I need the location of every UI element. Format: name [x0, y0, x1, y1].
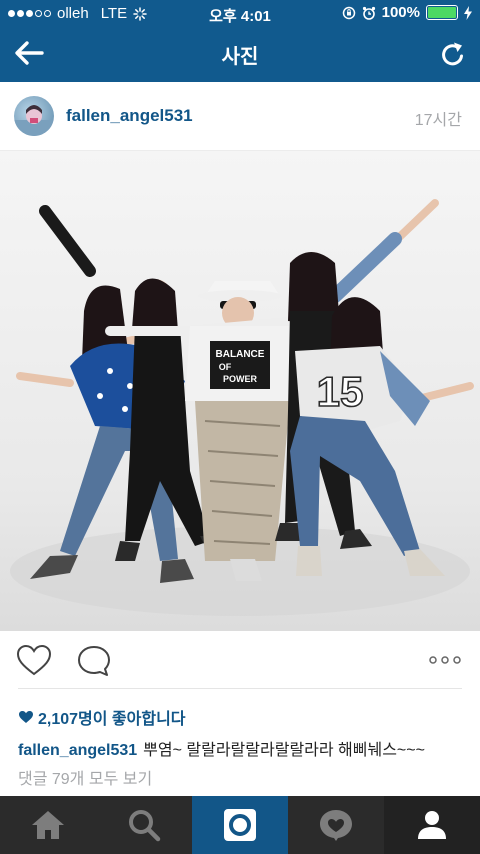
camera-icon — [224, 809, 256, 841]
post-header: fallen_angel531 17시간 — [0, 82, 480, 151]
refresh-icon[interactable] — [438, 39, 468, 69]
post-photo[interactable]: BALANCE OF POWER 15 — [0, 151, 480, 631]
more-options-icon[interactable] — [428, 652, 462, 668]
home-tab[interactable] — [0, 796, 96, 854]
alarm-icon — [362, 6, 375, 20]
post-username[interactable]: fallen_angel531 — [66, 106, 193, 126]
caption-text: 뿌염~ 랄랄라랄랄라랄랄라라 해삐눼스~~~ — [143, 742, 425, 759]
avatar-image — [14, 105, 54, 136]
search-icon — [129, 810, 161, 842]
caption: fallen_angel531 뿌염~ 랄랄라랄랄라랄랄라라 해삐눼스~~~ — [18, 736, 425, 760]
post-time: 17시간 — [414, 112, 462, 129]
post-actions — [0, 632, 480, 690]
camera-tab[interactable] — [192, 796, 288, 854]
activity-tab[interactable] — [288, 796, 384, 854]
home-icon — [32, 811, 64, 839]
shirt-text-line: OF — [219, 362, 232, 372]
top-bar: olleh LTE 오후 4:01 100% 사진 — [0, 0, 480, 82]
nav-bar: 사진 — [0, 26, 480, 82]
rotation-lock-icon — [342, 6, 355, 19]
likes-count[interactable]: 2,107명이 좋아합니다 — [18, 705, 186, 729]
status-bar: olleh LTE 오후 4:01 100% — [0, 0, 480, 26]
search-tab[interactable] — [96, 796, 192, 854]
heart-filled-icon — [19, 711, 33, 723]
divider — [18, 688, 462, 689]
dancers-photo: BALANCE OF POWER 15 — [10, 199, 474, 616]
profile-icon — [418, 811, 446, 839]
battery-icon — [426, 5, 458, 20]
comment-icon[interactable] — [76, 644, 112, 678]
shirt-text-line: BALANCE — [216, 349, 265, 360]
shirt-text-line: POWER — [223, 374, 258, 384]
page-title: 사진 — [221, 46, 259, 68]
tab-bar — [0, 796, 480, 854]
heart-icon[interactable] — [16, 644, 52, 678]
activity-heart-icon — [320, 810, 352, 841]
avatar[interactable] — [14, 96, 54, 136]
view-all-comments-link[interactable]: 댓글 79개 모두 보기 — [18, 765, 152, 789]
battery-percent: 100% — [381, 4, 420, 21]
profile-tab[interactable] — [384, 796, 480, 854]
caption-username[interactable]: fallen_angel531 — [18, 742, 137, 759]
jersey-number: 15 — [317, 368, 364, 415]
charging-icon — [464, 5, 472, 20]
likes-text: 2,107명이 좋아합니다 — [38, 711, 186, 728]
